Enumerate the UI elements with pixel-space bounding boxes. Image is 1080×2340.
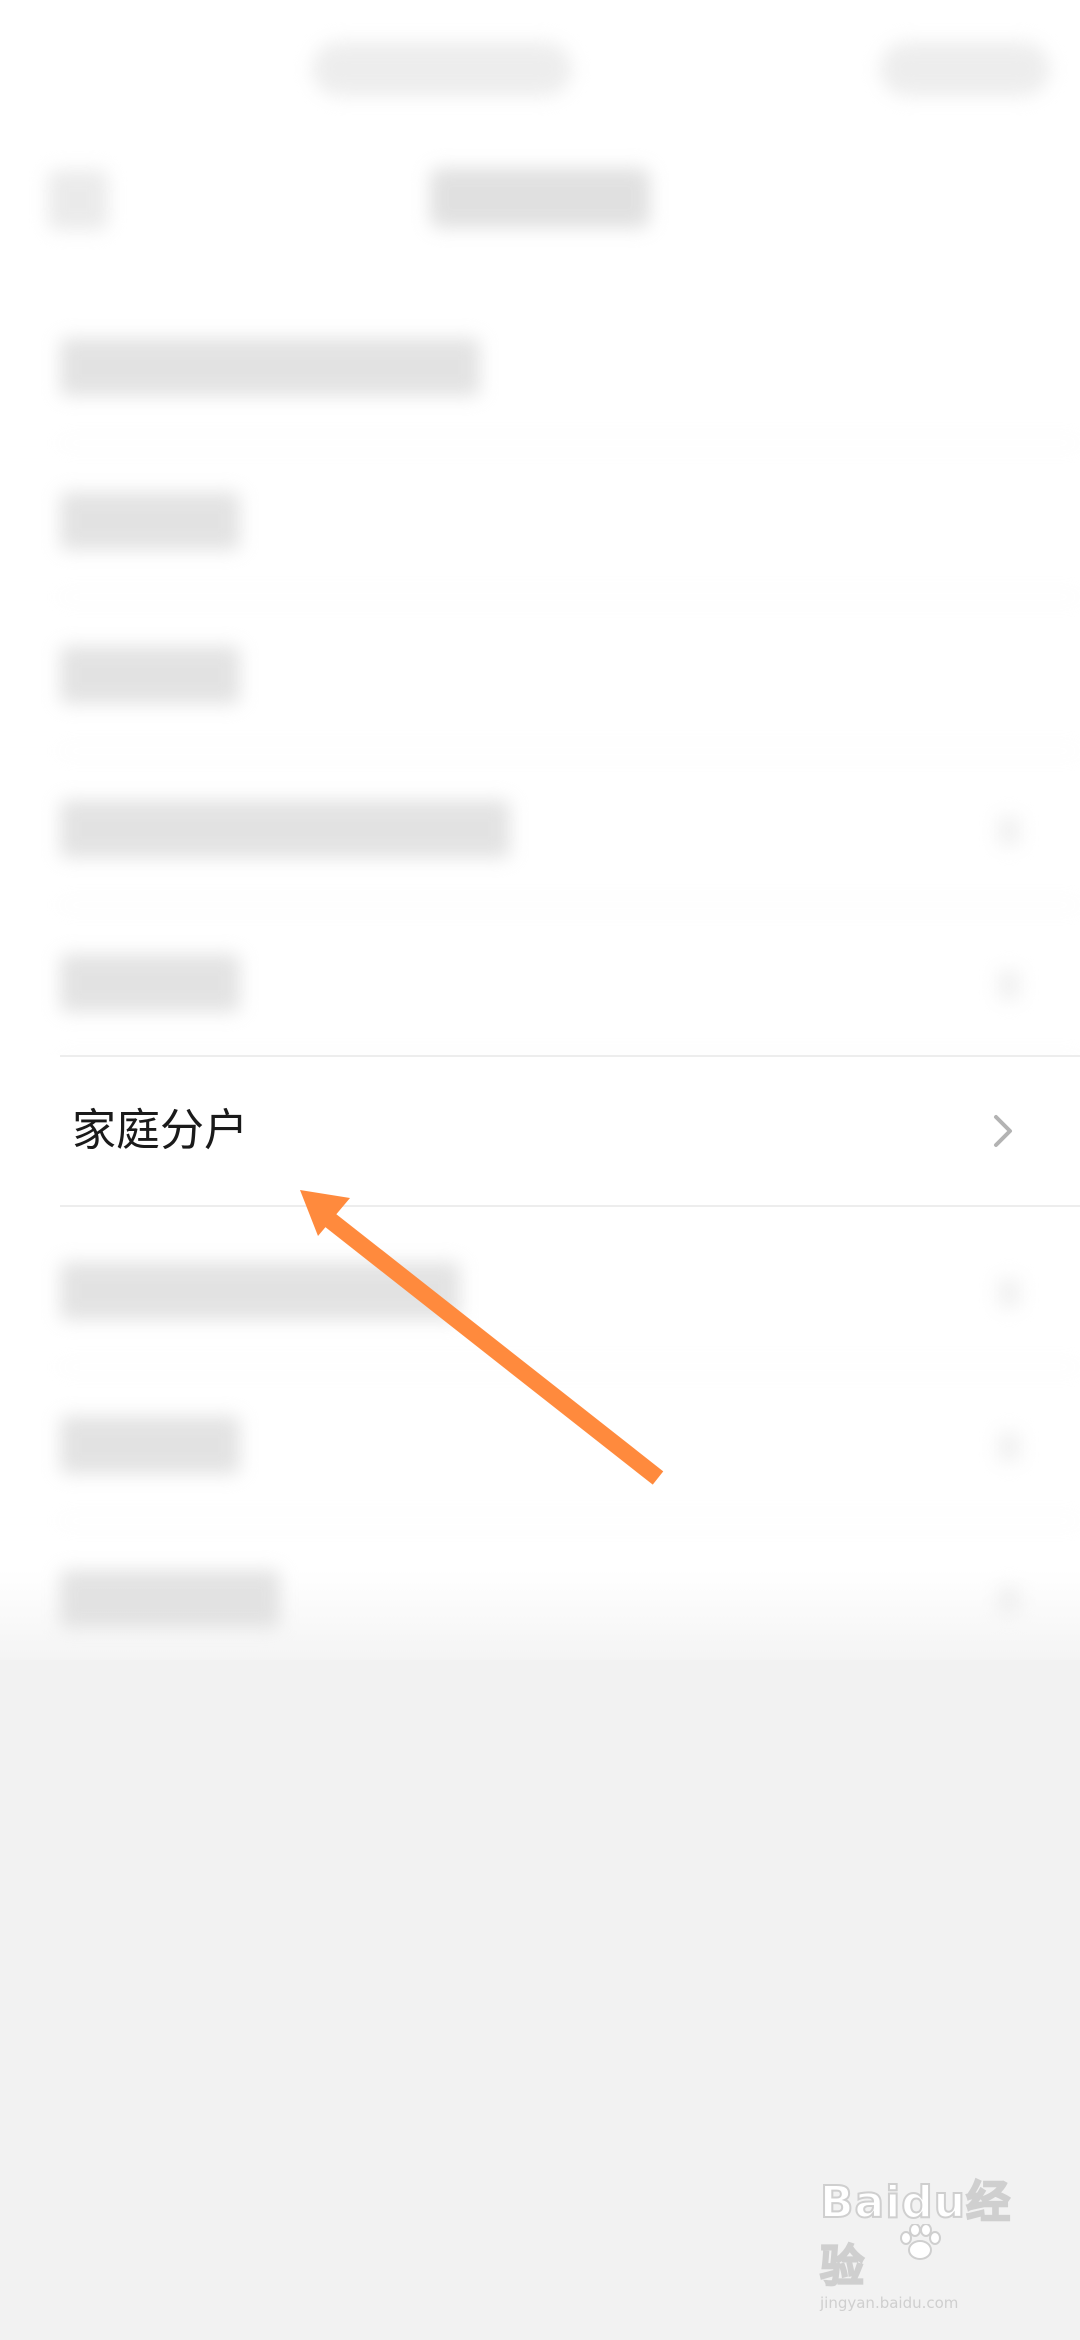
status-bar [0, 0, 1080, 120]
chevron-right-icon [994, 1115, 1012, 1147]
list-item[interactable] [0, 598, 1080, 752]
list-item-family-household-split[interactable]: 家庭分户 [0, 1055, 1080, 1207]
baidu-watermark: Baidu经验 jingyan.baidu.com [819, 2176, 1040, 2312]
list-item-label [60, 338, 480, 396]
menu-list [0, 290, 1080, 1676]
settings-page: 家庭分户 Baidu经验 jingyan.baidu.com [0, 0, 1080, 2340]
list-item-label [60, 954, 240, 1012]
page-title [430, 168, 650, 228]
navigation-bar [0, 120, 1080, 290]
list-item-label [60, 646, 240, 704]
list-item[interactable] [0, 444, 1080, 598]
list-item-label [60, 800, 510, 858]
list-item-label: 家庭分户 [72, 1105, 248, 1156]
status-indicator [880, 42, 1050, 96]
chevron-right-icon [998, 970, 1020, 1000]
list-item-label [60, 1262, 460, 1320]
status-indicator [312, 42, 572, 96]
list-item-label [60, 1416, 240, 1474]
list-item-label [60, 492, 240, 550]
list-item[interactable] [0, 290, 1080, 444]
divider [60, 1205, 1080, 1207]
chevron-right-icon [998, 1586, 1020, 1616]
list-item[interactable] [0, 1368, 1080, 1522]
watermark-brand: Baidu经验 [819, 2176, 1012, 2293]
chevron-right-icon [998, 1432, 1020, 1462]
list-item[interactable] [0, 1522, 1080, 1676]
back-icon[interactable] [48, 170, 108, 230]
list-item[interactable] [0, 906, 1080, 1060]
list-item-label [60, 1570, 280, 1628]
watermark-url: jingyan.baidu.com [820, 2294, 959, 2312]
chevron-right-icon [998, 1278, 1020, 1308]
chevron-right-icon [998, 816, 1020, 846]
list-item[interactable] [0, 752, 1080, 906]
list-item[interactable] [0, 1214, 1080, 1368]
